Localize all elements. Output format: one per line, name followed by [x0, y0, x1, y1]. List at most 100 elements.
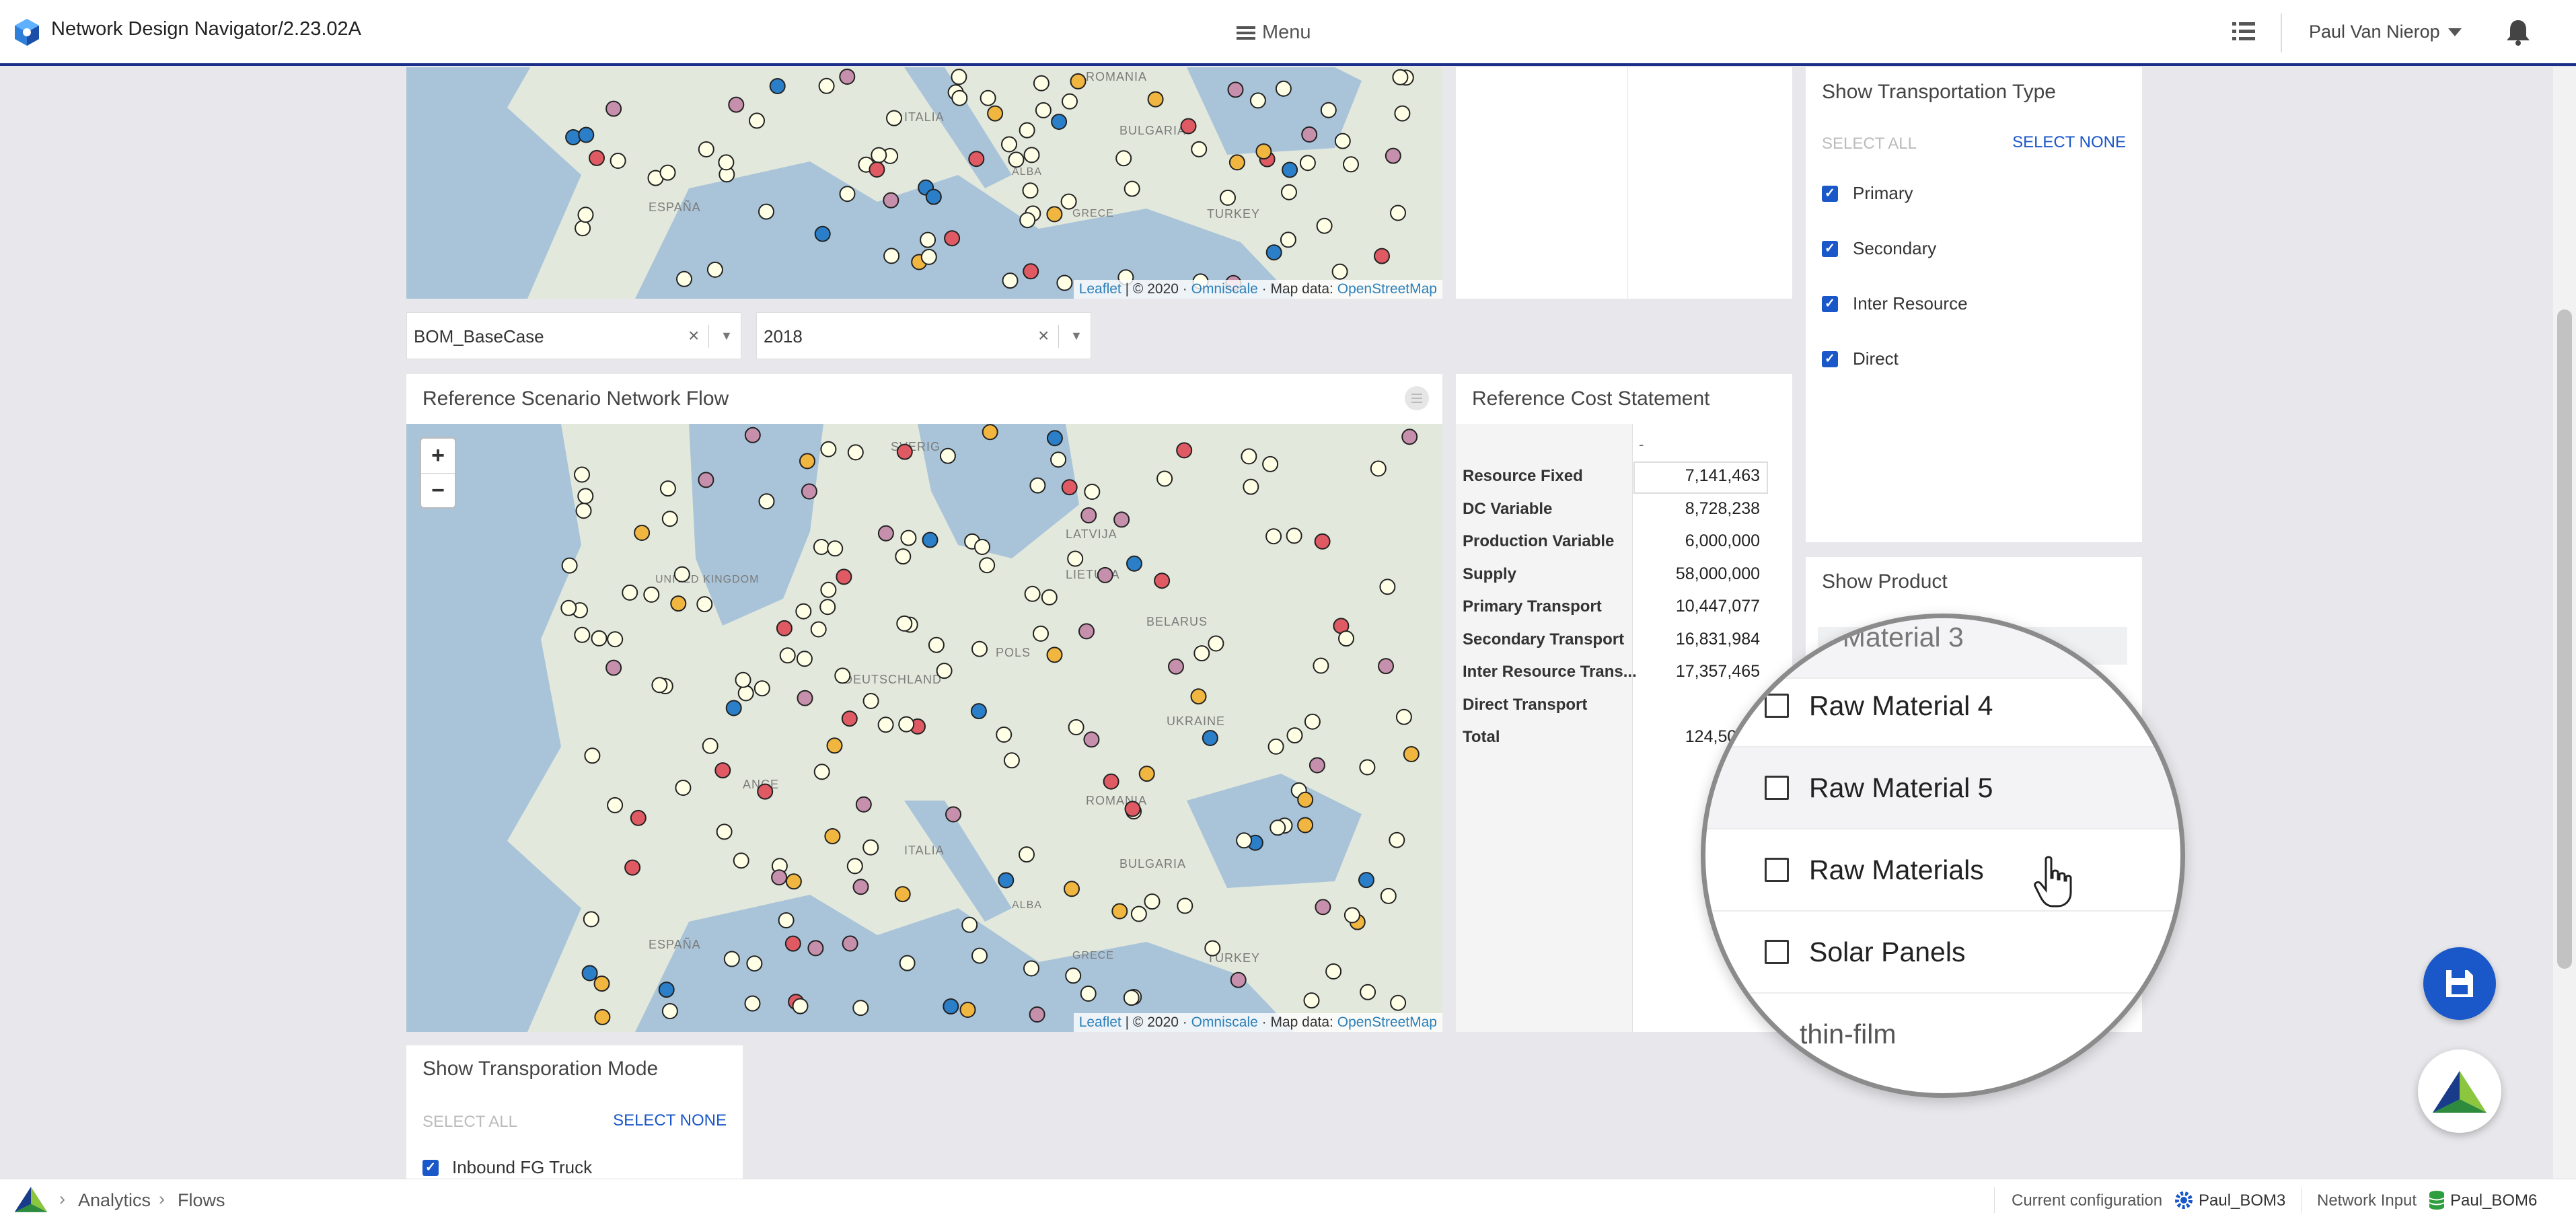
map-marker[interactable] [634, 525, 651, 541]
map-marker[interactable] [735, 671, 751, 688]
map-marker[interactable] [776, 620, 793, 636]
map-marker[interactable] [622, 584, 638, 601]
map-marker[interactable] [1378, 658, 1394, 675]
map-marker[interactable] [746, 955, 763, 972]
map-marker[interactable] [661, 1003, 678, 1019]
transport-mode-select-all[interactable]: SELECT ALL [422, 1113, 517, 1132]
map-marker[interactable] [807, 940, 824, 957]
map-marker[interactable] [896, 443, 913, 460]
map-marker[interactable] [1249, 92, 1266, 109]
map-marker[interactable] [1035, 102, 1052, 118]
map-marker[interactable] [1204, 940, 1221, 957]
map-marker[interactable] [1168, 658, 1184, 675]
transport-type-item[interactable]: ✓ Primary [1822, 183, 1913, 204]
map-marker[interactable] [1084, 484, 1101, 500]
home-logo-icon[interactable] [13, 1186, 48, 1213]
map-marker[interactable] [820, 441, 837, 457]
map-marker[interactable] [624, 859, 641, 876]
map-marker[interactable] [1115, 150, 1132, 167]
map-marker[interactable] [1019, 122, 1035, 139]
map-marker[interactable] [757, 783, 774, 800]
map-marker[interactable] [883, 248, 900, 264]
panel-options-icon[interactable] [1405, 386, 1429, 410]
map-marker[interactable] [1078, 623, 1095, 640]
map-marker[interactable] [1041, 589, 1058, 605]
map-marker[interactable] [578, 126, 595, 143]
map-marker[interactable] [1315, 899, 1331, 916]
map-marker[interactable] [758, 493, 775, 510]
cost-row-value[interactable]: 58,000,000 [1676, 564, 1760, 584]
map-marker[interactable] [605, 100, 622, 117]
map-marker[interactable] [1265, 528, 1282, 545]
map-marker[interactable] [1316, 217, 1333, 234]
zoom-in-button[interactable]: + [421, 439, 455, 474]
map-marker[interactable] [796, 651, 813, 667]
map-marker[interactable] [1202, 730, 1218, 746]
checkbox-checked-icon[interactable]: ✓ [1822, 185, 1838, 202]
map-marker[interactable] [792, 998, 809, 1014]
map-marker[interactable] [1358, 872, 1374, 889]
map-marker[interactable] [1070, 73, 1087, 89]
map-marker[interactable] [1395, 708, 1412, 725]
map-marker[interactable] [1390, 205, 1406, 221]
checkbox-checked-icon[interactable]: ✓ [1822, 240, 1838, 257]
map-marker[interactable] [1304, 713, 1321, 730]
map-marker[interactable] [944, 230, 961, 247]
map-marker[interactable] [1023, 960, 1039, 977]
cost-row-value[interactable]: 8,728,238 [1685, 499, 1760, 519]
map-marker[interactable] [818, 77, 835, 94]
map-marker[interactable] [785, 873, 802, 890]
menu-button[interactable]: Menu [1237, 22, 1311, 44]
checkbox-checked-icon[interactable]: ✓ [1822, 295, 1838, 312]
year-clear-icon[interactable]: × [1038, 325, 1049, 346]
map-marker[interactable] [1056, 274, 1073, 291]
transport-mode-select-none[interactable]: SELECT NONE [613, 1111, 727, 1130]
map-marker[interactable] [1208, 635, 1224, 652]
map-marker[interactable] [810, 621, 827, 638]
map-marker[interactable] [583, 911, 599, 928]
map-marker[interactable] [1029, 477, 1046, 494]
map-marker[interactable] [670, 595, 687, 612]
map-marker[interactable] [1394, 105, 1411, 122]
map-marker[interactable] [1147, 91, 1164, 108]
map-marker[interactable] [1097, 566, 1113, 583]
map-marker[interactable] [779, 647, 796, 664]
map-marker[interactable] [1033, 75, 1050, 91]
map-marker[interactable] [920, 231, 936, 248]
scenario-caret-icon[interactable]: ▼ [721, 329, 733, 343]
map-marker[interactable] [899, 955, 916, 971]
map-marker[interactable] [605, 659, 622, 676]
map-marker[interactable] [847, 444, 864, 461]
map-marker[interactable] [996, 727, 1013, 743]
map-marker[interactable] [1297, 817, 1314, 834]
map-marker[interactable] [877, 525, 894, 542]
product-list-item[interactable]: Solar Panels [1705, 912, 2180, 992]
map-marker[interactable] [658, 982, 675, 998]
map-marker[interactable] [1029, 1006, 1045, 1023]
map-marker[interactable] [1314, 533, 1331, 550]
map-marker[interactable] [737, 685, 754, 702]
map-marker[interactable] [593, 975, 610, 992]
map-marker[interactable] [898, 716, 915, 733]
map-marker[interactable] [1068, 719, 1084, 735]
map-marker[interactable] [584, 747, 601, 764]
map-marker[interactable] [842, 935, 858, 952]
map-marker[interactable] [1083, 731, 1100, 748]
map-marker[interactable] [945, 806, 961, 823]
map-marker[interactable] [1401, 429, 1418, 445]
map-marker[interactable] [970, 703, 987, 720]
transport-mode-item[interactable]: ✓ Inbound FG Truck [422, 1157, 592, 1178]
map-marker[interactable] [1309, 757, 1325, 774]
map-marker[interactable] [577, 488, 594, 505]
map-marker[interactable] [1230, 971, 1247, 988]
map-marker[interactable] [675, 780, 692, 796]
map-marker[interactable] [758, 203, 774, 220]
map-marker[interactable] [1111, 903, 1128, 920]
map-marker[interactable] [1033, 625, 1049, 642]
map-marker[interactable] [928, 636, 945, 653]
map-marker[interactable] [1389, 832, 1405, 848]
map-marker[interactable] [581, 965, 598, 982]
map-marker[interactable] [871, 147, 887, 163]
map-marker[interactable] [852, 879, 869, 895]
map-marker[interactable] [676, 270, 692, 287]
